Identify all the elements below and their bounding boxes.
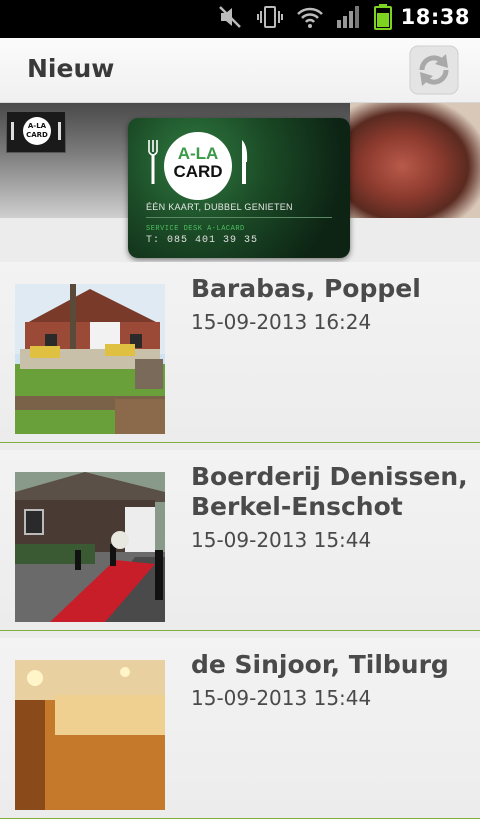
card-logo-top: A-LA: [177, 144, 219, 163]
card-logo-bottom: CARD: [173, 162, 223, 181]
card-divider: [146, 217, 332, 218]
a-la-card-image: A-LA CARD ÉÉN KAART, DUBBEL GENIETEN SER…: [128, 118, 350, 258]
restaurant-thumbnail: [15, 472, 165, 622]
card-tagline: ÉÉN KAART, DUBBEL GENIETEN: [146, 202, 293, 212]
restaurant-name: Boerderij Denissen, Berkel-Enschot: [191, 462, 468, 521]
action-bar: Nieuw: [0, 38, 480, 103]
mute-icon: [218, 5, 244, 33]
fork-icon: [148, 140, 158, 184]
list-item[interactable]: de Sinjoor, Tilburg 15-09-2013 15:44: [0, 638, 480, 819]
post-date: 15-09-2013 16:24: [191, 310, 372, 334]
restaurant-name: de Sinjoor, Tilburg: [191, 650, 449, 679]
card-service-text: SERVICE DESK A-LACARD: [146, 225, 245, 233]
restaurant-thumbnail: [15, 660, 165, 810]
status-time: 18:38: [400, 5, 470, 29]
post-date: 15-09-2013 15:44: [191, 528, 372, 552]
card-logo: A-LA CARD: [164, 132, 232, 200]
restaurant-name: Barabas, Poppel: [191, 274, 421, 303]
refresh-icon: [409, 45, 459, 95]
card-phone: T: 085 401 39 35: [146, 235, 259, 246]
knife-icon: [242, 140, 248, 184]
refresh-button[interactable]: [408, 44, 460, 96]
signal-icon: [336, 5, 362, 33]
page-title: Nieuw: [27, 54, 115, 83]
vibrate-icon: [256, 5, 284, 33]
status-icons: [218, 4, 392, 34]
a-la-card-logo-small: A-LA CARD: [6, 111, 66, 153]
status-bar: 18:38: [0, 0, 480, 38]
food-image: [350, 103, 480, 218]
small-logo-text: A-LA CARD: [23, 117, 51, 145]
list-item[interactable]: Barabas, Poppel 15-09-2013 16:24: [0, 262, 480, 443]
battery-icon: [374, 4, 392, 34]
post-date: 15-09-2013 15:44: [191, 686, 372, 710]
list-item[interactable]: Boerderij Denissen, Berkel-Enschot 15-09…: [0, 450, 480, 631]
restaurant-thumbnail: [15, 284, 165, 434]
wifi-icon: [296, 5, 324, 33]
